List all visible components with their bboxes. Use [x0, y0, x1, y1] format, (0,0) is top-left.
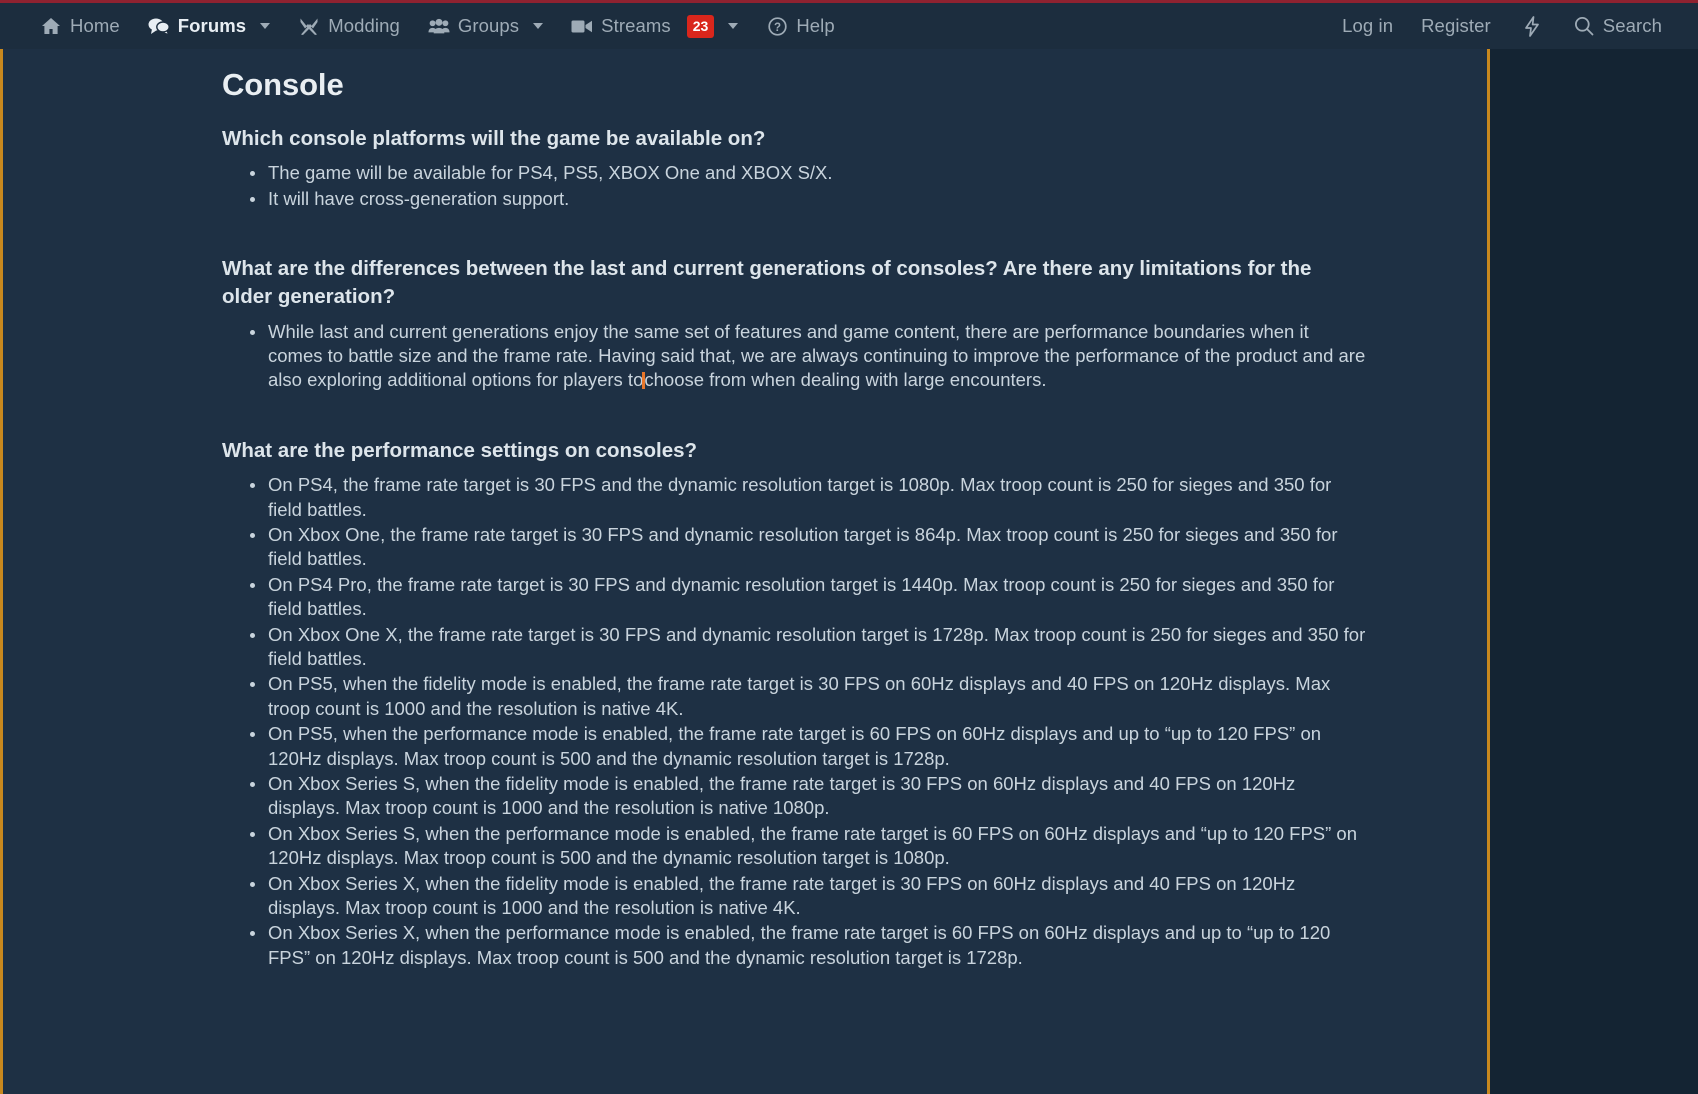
- list-item: On Xbox One, the frame rate target is 30…: [250, 523, 1367, 572]
- video-icon: [571, 16, 593, 36]
- faq-section-1: Which console platforms will the game be…: [222, 125, 1367, 211]
- answer-text-after-caret: choose from when dealing with large enco…: [644, 369, 1047, 391]
- nav-item-help-label: Help: [796, 15, 835, 36]
- page-title: Console: [222, 67, 344, 102]
- faq-question-2: What are the differences between the las…: [222, 257, 1312, 309]
- list-item: On Xbox Series X, when the performance m…: [250, 921, 1367, 970]
- chevron-down-icon[interactable]: [260, 23, 271, 29]
- comment-icon: [148, 16, 170, 36]
- list-item: On PS5, when the fidelity mode is enable…: [250, 672, 1367, 721]
- streams-count-badge: 23: [686, 14, 715, 38]
- nav-item-home[interactable]: Home: [26, 3, 134, 49]
- users-icon: [428, 16, 450, 36]
- search-button[interactable]: Search: [1559, 3, 1676, 49]
- nav-item-modding-label: Modding: [328, 15, 400, 36]
- svg-text:?: ?: [774, 22, 781, 34]
- nav-item-home-label: Home: [70, 15, 120, 36]
- page-root: Home Forums Modding Groups Streams 23 ? …: [0, 0, 1698, 1094]
- faq-answers-2: While last and current generations enjoy…: [222, 320, 1367, 393]
- nav-item-modding[interactable]: Modding: [284, 3, 414, 49]
- search-icon: [1573, 16, 1595, 36]
- list-item: On PS5, when the performance mode is ena…: [250, 722, 1367, 771]
- faq-question-3: What are the performance settings on con…: [222, 438, 698, 462]
- nav-item-streams[interactable]: Streams 23: [557, 3, 752, 49]
- list-item: On Xbox Series S, when the fidelity mode…: [250, 772, 1367, 821]
- login-button[interactable]: Log in: [1328, 3, 1407, 49]
- list-item: It will have cross-generation support.: [250, 187, 1367, 211]
- question-circle-icon: ?: [766, 16, 788, 36]
- nav-item-forums[interactable]: Forums: [134, 3, 284, 49]
- chevron-down-icon[interactable]: [533, 23, 544, 29]
- nav-item-streams-label: Streams: [601, 15, 671, 36]
- nav-left-group: Home Forums Modding Groups Streams 23 ? …: [26, 3, 849, 49]
- nav-right-group: Log in Register Search: [1328, 3, 1676, 49]
- faq-section-3: What are the performance settings on con…: [222, 437, 1367, 970]
- faq-answers-1: The game will be available for PS4, PS5,…: [222, 161, 1367, 211]
- register-button[interactable]: Register: [1407, 3, 1505, 49]
- list-item: On Xbox Series S, when the performance m…: [250, 822, 1367, 871]
- tools-icon: [298, 16, 320, 36]
- whats-new-button[interactable]: [1505, 3, 1559, 49]
- login-label: Log in: [1342, 15, 1394, 36]
- search-label: Search: [1602, 15, 1662, 36]
- nav-item-help[interactable]: ? Help: [752, 3, 848, 49]
- faq-article: Console Which console platforms will the…: [3, 49, 1487, 970]
- home-icon: [40, 16, 62, 36]
- faq-section-2: What are the differences between the las…: [222, 255, 1367, 393]
- top-navigation-bar: Home Forums Modding Groups Streams 23 ? …: [0, 0, 1698, 49]
- list-item: On PS4 Pro, the frame rate target is 30 …: [250, 573, 1367, 622]
- register-label: Register: [1421, 15, 1491, 36]
- list-item: On Xbox One X, the frame rate target is …: [250, 623, 1367, 672]
- list-item: The game will be available for PS4, PS5,…: [250, 161, 1367, 185]
- list-item: While last and current generations enjoy…: [250, 320, 1367, 393]
- chevron-down-icon[interactable]: [728, 23, 739, 29]
- nav-item-groups[interactable]: Groups: [414, 3, 557, 49]
- nav-item-groups-label: Groups: [457, 15, 520, 36]
- list-item: On Xbox Series X, when the fidelity mode…: [250, 872, 1367, 921]
- bolt-icon: [1521, 15, 1543, 37]
- faq-question-1: Which console platforms will the game be…: [222, 127, 766, 150]
- list-item: On PS4, the frame rate target is 30 FPS …: [250, 473, 1367, 522]
- faq-answers-3: On PS4, the frame rate target is 30 FPS …: [222, 473, 1367, 970]
- content-column: Console Which console platforms will the…: [0, 49, 1490, 1094]
- nav-item-forums-label: Forums: [177, 15, 247, 36]
